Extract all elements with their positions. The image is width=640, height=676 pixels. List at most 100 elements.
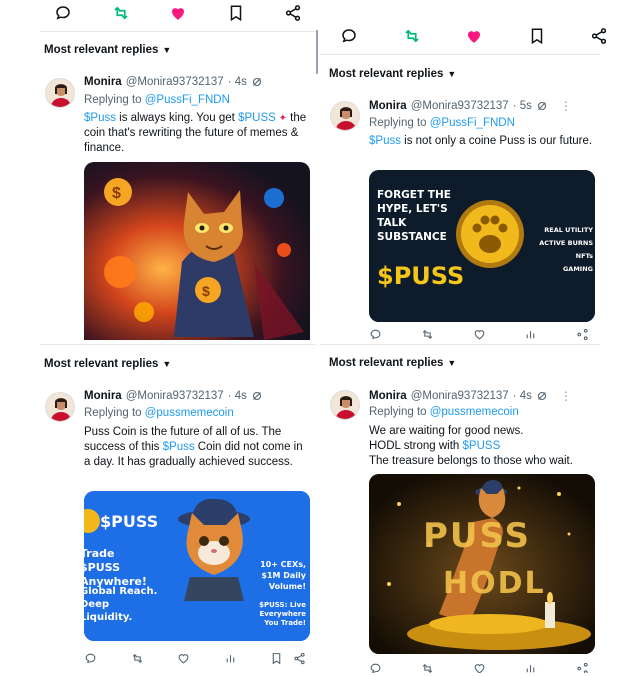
- filter-label: Most relevant replies: [329, 68, 444, 80]
- repost-icon[interactable]: [110, 2, 132, 24]
- bookmark-icon[interactable]: [526, 25, 548, 47]
- grok-icon[interactable]: [251, 390, 263, 402]
- avatar[interactable]: [45, 78, 75, 108]
- rocket-emoji: ✦: [275, 113, 287, 124]
- display-name[interactable]: Monira: [84, 390, 122, 402]
- share-icon[interactable]: [576, 328, 589, 340]
- tweet-image-puss-substance[interactable]: FORGET THE HYPE, LET'S TALK SUBSTANCE $P…: [369, 170, 595, 322]
- chevron-down-icon: ▼: [162, 45, 172, 55]
- repost-icon[interactable]: [131, 652, 144, 665]
- display-name[interactable]: Monira: [369, 100, 407, 112]
- display-name[interactable]: Monira: [369, 390, 407, 402]
- views-icon[interactable]: [524, 328, 537, 340]
- bookmark-icon[interactable]: [270, 652, 283, 665]
- grok-icon[interactable]: [536, 390, 548, 402]
- text-line: The treasure belongs to those who wait.: [369, 455, 573, 467]
- reply-icon[interactable]: [369, 328, 382, 340]
- share-icon[interactable]: [293, 652, 306, 665]
- filter-label: Most relevant replies: [44, 44, 159, 56]
- chevron-down-icon: ▼: [447, 69, 457, 79]
- timestamp[interactable]: · 4s: [513, 390, 532, 402]
- user-handle[interactable]: @Monira93732137: [411, 390, 509, 402]
- media-ticker: $PUSS: [100, 512, 159, 531]
- media-ticker: $PUSS: [377, 262, 465, 290]
- timestamp[interactable]: · 4s: [228, 390, 247, 402]
- reply-icon[interactable]: [369, 663, 382, 673]
- timestamp[interactable]: · 4s: [228, 76, 247, 88]
- like-icon[interactable]: [473, 663, 486, 673]
- top-action-bar: [338, 25, 610, 47]
- tweet-text: $Puss is not only a coine Puss is our fu…: [369, 134, 595, 149]
- top-action-bar: [52, 2, 304, 24]
- like-icon[interactable]: [473, 328, 486, 340]
- avatar[interactable]: [330, 101, 360, 131]
- bookmark-icon[interactable]: [225, 2, 247, 24]
- mention-link[interactable]: @PussFi_FNDN: [430, 117, 515, 129]
- text-line: We are waiting for good news.: [369, 425, 524, 437]
- replying-prefix: Replying to: [84, 407, 145, 419]
- mention-link[interactable]: @PussFi_FNDN: [145, 94, 230, 106]
- reply-sort-filter[interactable]: Most relevant replies ▼: [44, 44, 171, 56]
- repost-icon[interactable]: [401, 25, 423, 47]
- reply-sort-filter[interactable]: Most relevant replies ▼: [329, 68, 456, 80]
- timestamp[interactable]: · 5s: [513, 100, 532, 112]
- like-icon[interactable]: [463, 25, 485, 47]
- replying-to: Replying to @PussFi_FNDN: [84, 94, 230, 106]
- views-icon[interactable]: [224, 652, 237, 665]
- share-icon[interactable]: [282, 2, 304, 24]
- tweet-image-puss-hodl[interactable]: PUSS HODL: [369, 474, 595, 654]
- grok-icon[interactable]: [251, 76, 263, 88]
- media-headline: FORGET THE HYPE, LET'S TALK SUBSTANCE: [377, 189, 451, 243]
- divider: [320, 344, 600, 345]
- repost-icon[interactable]: [421, 328, 434, 340]
- media-feature: GAMING: [562, 265, 593, 273]
- mention-link[interactable]: @pussmemecoin: [430, 406, 519, 418]
- media-word-puss: PUSS: [423, 516, 531, 556]
- replying-to: Replying to @pussmemecoin: [84, 407, 234, 419]
- avatar[interactable]: [330, 390, 360, 420]
- cashtag-link[interactable]: $Puss: [84, 112, 116, 124]
- svg-text:$: $: [112, 185, 121, 202]
- like-icon[interactable]: [177, 652, 190, 665]
- divider: [40, 344, 316, 345]
- tweet-header: Monira @Monira93732137 · 4s: [84, 76, 263, 88]
- more-icon[interactable]: ⋮: [560, 389, 572, 403]
- share-icon[interactable]: [576, 663, 589, 673]
- media-feature: NFTs: [575, 252, 593, 260]
- svg-text:$: $: [202, 283, 210, 299]
- reply-icon[interactable]: [84, 652, 97, 665]
- cashtag-link[interactable]: $PUSS: [463, 440, 501, 452]
- tweet-image-hero-cat[interactable]: $ $: [84, 162, 310, 340]
- avatar[interactable]: [45, 392, 75, 422]
- filter-label: Most relevant replies: [44, 358, 159, 370]
- user-handle[interactable]: @Monira93732137: [126, 76, 224, 88]
- reply-icon[interactable]: [52, 2, 74, 24]
- media-word-hodl: HODL: [443, 566, 546, 601]
- reply-sort-filter[interactable]: Most relevant replies ▼: [329, 357, 456, 369]
- reply-sort-filter[interactable]: Most relevant replies ▼: [44, 358, 171, 370]
- repost-icon[interactable]: [421, 663, 434, 673]
- more-icon[interactable]: ⋮: [560, 99, 572, 113]
- tweet-text: $Puss is always king. You get $PUSS ✦ th…: [84, 111, 310, 156]
- text-line: HODL strong with $PUSS: [369, 439, 609, 454]
- cashtag-link[interactable]: $Puss: [369, 135, 401, 147]
- replying-prefix: Replying to: [84, 94, 145, 106]
- tweet-image-trade-puss[interactable]: $PUSS Trade $PUSS Anywhere! Global Reach…: [84, 491, 310, 641]
- user-handle[interactable]: @Monira93732137: [126, 390, 224, 402]
- cashtag-link[interactable]: $PUSS: [238, 112, 276, 124]
- media-feature: REAL UTILITY: [544, 226, 593, 234]
- text-segment: HODL strong with: [369, 440, 463, 452]
- cashtag-link[interactable]: $Puss: [163, 441, 195, 453]
- reply-icon[interactable]: [338, 25, 360, 47]
- chevron-down-icon: ▼: [447, 358, 457, 368]
- display-name[interactable]: Monira: [84, 76, 122, 88]
- like-icon[interactable]: [167, 2, 189, 24]
- mention-link[interactable]: @pussmemecoin: [145, 407, 234, 419]
- tweet-action-bar: [369, 663, 589, 673]
- divider: [320, 54, 600, 55]
- panel-separator: [316, 30, 318, 74]
- share-icon[interactable]: [588, 25, 610, 47]
- views-icon[interactable]: [524, 663, 537, 673]
- grok-icon[interactable]: [536, 100, 548, 112]
- user-handle[interactable]: @Monira93732137: [411, 100, 509, 112]
